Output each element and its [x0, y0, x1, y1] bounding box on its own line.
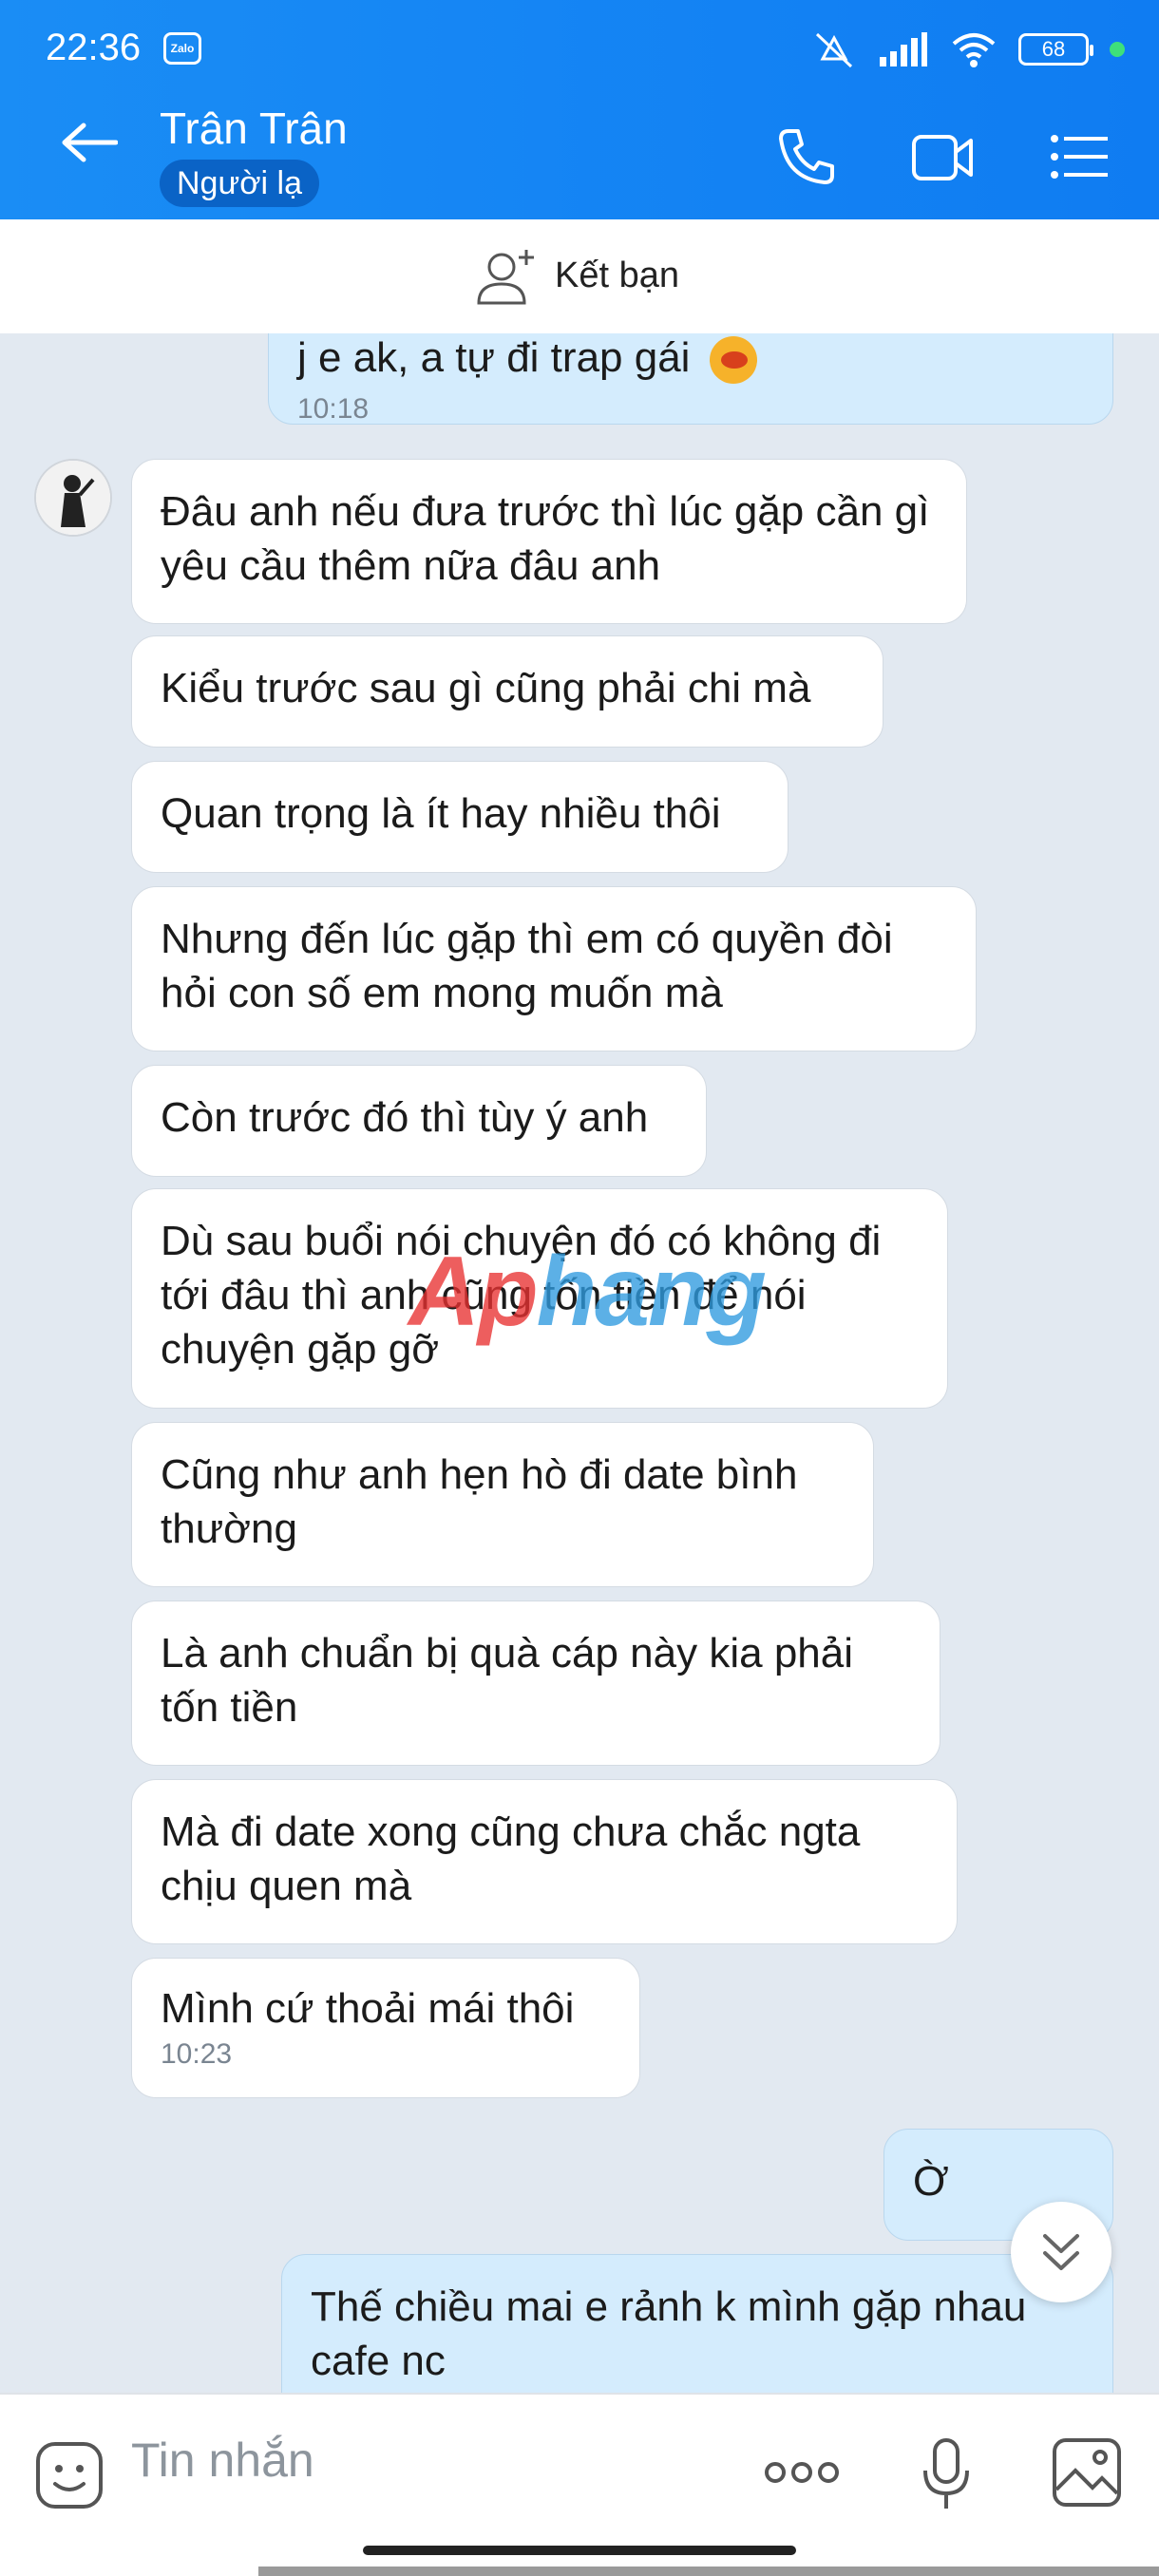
message-incoming[interactable]: Còn trước đó thì tùy ý anh — [131, 1065, 707, 1177]
privacy-dot — [1110, 42, 1125, 57]
wifi-icon — [952, 33, 996, 67]
mute-vibrate-icon — [815, 32, 853, 68]
add-friend-label: Kết bạn — [555, 255, 679, 295]
message-text: Mình cứ thoải mái thôi — [161, 1985, 575, 2032]
battery-icon: 68 — [1018, 33, 1093, 66]
contact-avatar[interactable] — [34, 459, 112, 537]
message-time: 10:18 — [297, 393, 370, 425]
zalo-notification-icon: Zalo — [163, 32, 201, 65]
back-arrow-icon[interactable] — [61, 122, 118, 163]
add-friend-button[interactable]: Kết bạn — [475, 246, 679, 305]
navigation-edge — [258, 2567, 1159, 2576]
avatar-image — [36, 461, 110, 535]
message-outgoing[interactable]: j e ak, a tự đi trap gái 10:18 — [268, 333, 1113, 425]
signal-icon — [880, 32, 927, 66]
watermark-logo: Aphang — [408, 1237, 767, 1347]
message-incoming[interactable]: Kiểu trước sau gì cũng phải chi mà — [131, 635, 884, 748]
sticker-emoji-icon[interactable] — [34, 2440, 104, 2510]
message-text: j e ak, a tự đi trap gái — [297, 334, 691, 381]
more-options-icon[interactable] — [764, 2453, 840, 2491]
message-input[interactable]: Tin nhắn — [131, 2433, 314, 2488]
message-time: 10:23 — [161, 2038, 233, 2070]
home-indicator[interactable] — [363, 2546, 796, 2555]
chat-header: 22:36 Zalo 68 Trân Trân Người lạ — [0, 0, 1159, 219]
add-friend-icon — [477, 250, 534, 305]
microphone-icon[interactable] — [920, 2436, 973, 2512]
contact-name[interactable]: Trân Trân — [160, 103, 348, 154]
double-chevron-down-icon — [1043, 2234, 1079, 2270]
video-call-icon[interactable] — [910, 125, 975, 188]
message-incoming[interactable]: Là anh chuẩn bị quà cáp này kia phải tốn… — [131, 1601, 940, 1766]
stranger-badge: Người lạ — [160, 160, 319, 207]
message-incoming[interactable]: Mình cứ thoải mái thôi 10:23 — [131, 1958, 640, 2098]
menu-list-icon[interactable] — [1049, 125, 1110, 188]
message-incoming[interactable]: Mà đi date xong cũng chưa chắc ngta chịu… — [131, 1779, 958, 1944]
message-incoming[interactable]: Cũng như anh hẹn hò đi date bình thường — [131, 1422, 874, 1587]
phone-call-icon[interactable] — [775, 125, 838, 188]
angry-emoji-icon — [709, 336, 757, 385]
message-incoming[interactable]: Nhưng đến lúc gặp thì em có quyền đòi hỏ… — [131, 886, 977, 1051]
clock: 22:36 — [46, 27, 142, 68]
message-outgoing[interactable]: Thế chiều mai e rảnh k mình gặp nhau caf… — [281, 2254, 1113, 2393]
add-friend-bar: Kết bạn — [0, 219, 1159, 333]
chat-area[interactable]: j e ak, a tự đi trap gái 10:18 Đâu anh n… — [0, 333, 1159, 2393]
image-gallery-icon[interactable] — [1051, 2436, 1123, 2509]
message-incoming[interactable]: Quan trọng là ít hay nhiều thôi — [131, 761, 788, 873]
message-incoming[interactable]: Đâu anh nếu đưa trước thì lúc gặp cần gì… — [131, 459, 967, 624]
status-bar: 22:36 Zalo 68 — [0, 0, 1159, 95]
scroll-to-bottom-button[interactable] — [1011, 2202, 1112, 2302]
